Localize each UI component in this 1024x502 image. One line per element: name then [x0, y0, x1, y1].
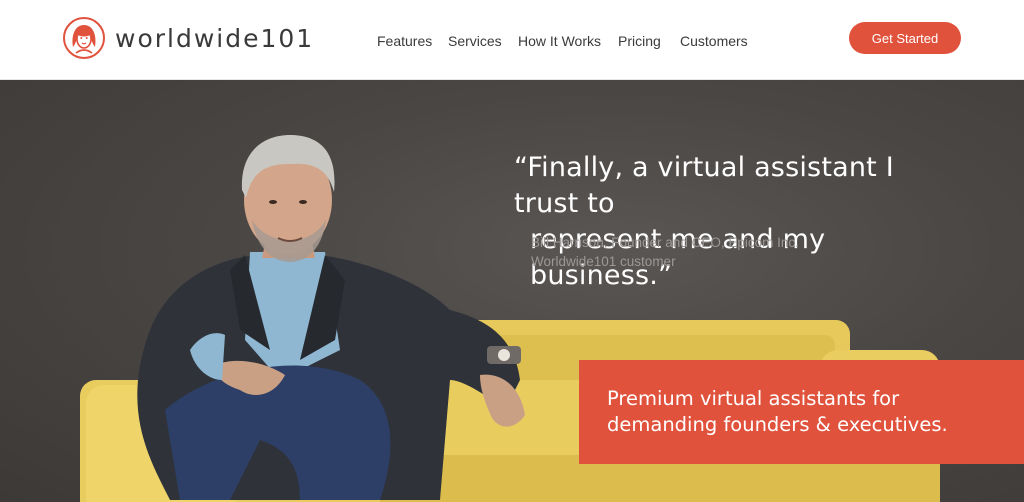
nav-how-it-works[interactable]: How It Works — [518, 33, 601, 49]
nav-customers[interactable]: Customers — [680, 33, 748, 49]
banner-line-2: demanding founders & executives. — [607, 413, 948, 436]
nav-features[interactable]: Features — [377, 33, 432, 49]
attribution-name: Bill Harrison, Founder and CEO, Epicom I… — [531, 235, 799, 250]
nav-services[interactable]: Services — [448, 33, 502, 49]
nav-pricing[interactable]: Pricing — [618, 33, 661, 49]
testimonial-quote: “Finally, a virtual assistant I trust to… — [514, 150, 954, 294]
brand-name: worldwide101 — [115, 23, 315, 53]
value-proposition-banner: Premium virtual assistants for demanding… — [579, 360, 1024, 464]
site-header: worldwide101 Features Services How It Wo… — [0, 0, 1024, 80]
get-started-button[interactable]: Get Started — [849, 22, 961, 54]
hero-section: “Finally, a virtual assistant I trust to… — [0, 80, 1024, 502]
testimonial-attribution: Bill Harrison, Founder and CEO, Epicom I… — [531, 233, 799, 271]
banner-line-1: Premium virtual assistants for — [607, 387, 900, 410]
woman-face-logo-icon — [63, 17, 105, 59]
attribution-role: Worldwide101 customer — [531, 254, 676, 269]
quote-line-1: “Finally, a virtual assistant I trust to — [514, 152, 894, 219]
brand-logo[interactable]: worldwide101 — [63, 17, 314, 59]
